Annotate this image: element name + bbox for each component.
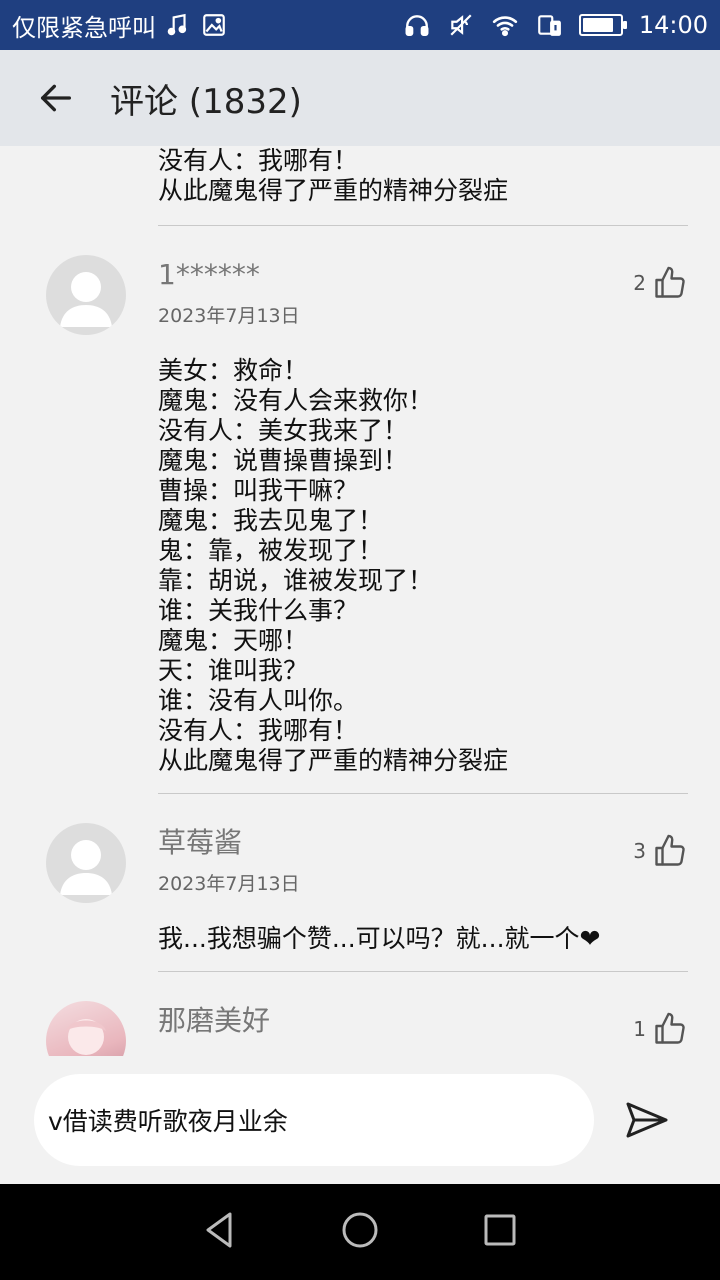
comment-text: 美女：救命！ 魔鬼：没有人会来救你！ 没有人：美女我来了！ 魔鬼：说曹操曹操到！… (158, 356, 509, 775)
avatar[interactable] (46, 255, 126, 335)
comment-input[interactable]: v借读费听歌夜月业余 (34, 1074, 594, 1166)
avatar[interactable] (46, 1001, 126, 1056)
square-recents-icon (484, 1214, 516, 1246)
default-user-icon (60, 840, 112, 895)
back-button[interactable] (16, 50, 96, 146)
comment-input-bar: v借读费听歌夜月业余 (0, 1056, 720, 1184)
status-bar: 仅限紧急呼叫 14:00 (0, 0, 720, 50)
triangle-back-icon (206, 1212, 232, 1248)
like-button[interactable]: 2 (633, 265, 688, 301)
like-count: 1 (633, 1017, 646, 1041)
username[interactable]: 草莓酱 (158, 823, 688, 863)
nav-recents-button[interactable] (480, 1210, 520, 1254)
headphones-icon (403, 11, 431, 39)
like-button[interactable]: 3 (633, 833, 688, 869)
sim-icon (535, 11, 563, 39)
partial-comment: 没有人：我哪有！ 从此魔鬼得了严重的精神分裂症 (0, 146, 720, 206)
comment-item: 2 1****** 2023年7月13日 美女：救命！ 魔鬼：没有人会来救你！ … (0, 255, 720, 793)
comment-item: 3 草莓酱 2023年7月13日 我...我想骗个赞...可以吗？就...就一个… (0, 823, 720, 971)
mute-icon (447, 11, 475, 39)
comment-list[interactable]: 没有人：我哪有！ 从此魔鬼得了严重的精神分裂症 2 1****** 2023年7… (0, 146, 720, 1056)
thumbs-up-icon (655, 834, 685, 866)
send-button[interactable] (624, 1100, 670, 1140)
page-title: 评论 (1832) (110, 81, 302, 122)
username[interactable]: 1****** (158, 255, 688, 295)
thumbs-up-icon (655, 266, 685, 298)
battery-icon (578, 14, 627, 36)
like-count: 2 (633, 271, 646, 295)
avatar[interactable] (46, 823, 126, 903)
like-button[interactable]: 1 (633, 1011, 688, 1047)
send-icon (626, 1102, 668, 1138)
navigation-bar (0, 1184, 720, 1280)
comment-date: 2023年7月13日 (158, 873, 300, 895)
divider (158, 225, 688, 226)
comment-text: 没有人：我哪有！ 从此魔鬼得了严重的精神分裂症 (158, 146, 509, 205)
app-bar: 评论 (1832) (0, 50, 720, 146)
divider (158, 793, 688, 794)
clock: 14:00 (638, 11, 708, 39)
anime-avatar-icon (66, 1019, 106, 1055)
like-count: 3 (633, 839, 646, 863)
nav-back-button[interactable] (200, 1210, 240, 1254)
nav-home-button[interactable] (340, 1210, 380, 1254)
wifi-icon (491, 11, 519, 39)
comment-text: 我...我想骗个赞...可以吗？就...就一个❤ (158, 924, 601, 953)
default-user-icon (60, 272, 112, 327)
carrier-text: 仅限紧急呼叫 (12, 13, 156, 42)
comment-item: 1 那磨美好 (0, 1001, 720, 1056)
divider (158, 971, 688, 972)
back-arrow-icon (41, 84, 72, 112)
username[interactable]: 那磨美好 (158, 1001, 688, 1041)
image-icon (200, 11, 228, 39)
thumbs-up-icon (655, 1012, 685, 1044)
comment-date: 2023年7月13日 (158, 305, 300, 327)
circle-home-icon (342, 1212, 378, 1248)
music-icon (164, 11, 192, 39)
battery-level (582, 18, 614, 32)
